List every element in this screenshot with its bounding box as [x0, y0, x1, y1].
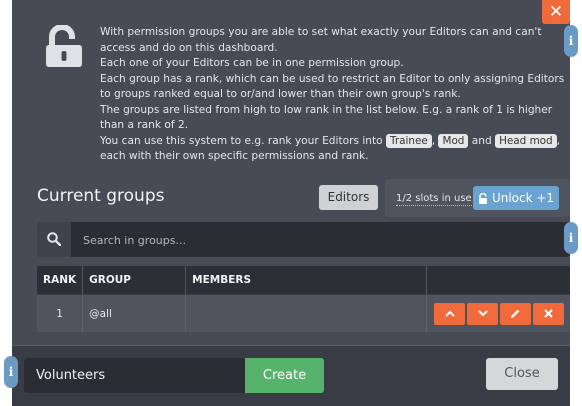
close-icon — [544, 309, 553, 318]
groups-table: RANK GROUP MEMBERS 1 @all — [37, 266, 570, 332]
info-icon[interactable]: i — [564, 222, 578, 254]
editors-button[interactable]: Editors — [319, 185, 378, 210]
search-input[interactable] — [81, 222, 565, 259]
delete-group-button[interactable] — [533, 302, 564, 325]
table-row: 1 @all — [37, 294, 570, 332]
search-icon-box — [37, 222, 71, 257]
column-header-group: GROUP — [82, 266, 187, 295]
move-up-button[interactable] — [434, 302, 465, 325]
intro-text: With permission groups you are able to s… — [100, 25, 578, 165]
column-header-members: MEMBERS — [185, 266, 428, 295]
intro-line: Each one of your Editors can be in one p… — [100, 57, 404, 69]
close-button[interactable]: Close — [486, 358, 558, 390]
intro-line: Each group has a rank, which can be used… — [100, 72, 565, 101]
chevron-up-icon — [444, 310, 455, 317]
unlock-slot-button[interactable]: Unlock +1 — [473, 186, 559, 210]
pencil-icon — [511, 309, 520, 318]
column-header-actions — [426, 266, 570, 295]
move-down-button[interactable] — [467, 302, 498, 325]
group-search — [37, 222, 570, 259]
permission-groups-dialog: ✕ With permission groups you are able to… — [12, 0, 570, 406]
actions-cell — [426, 294, 570, 332]
intro-text-part: and — [471, 134, 492, 147]
unlocked-padlock-icon — [46, 25, 82, 67]
column-header-rank: RANK — [37, 266, 84, 295]
rank-cell: 1 — [37, 294, 84, 332]
new-group-name-input[interactable]: Volunteers — [24, 358, 245, 393]
search-icon — [47, 232, 61, 246]
intro-text-part: You can use this system to e.g. rank you… — [100, 134, 383, 147]
members-cell — [185, 294, 428, 332]
unlock-label: Unlock +1 — [491, 191, 555, 205]
padlock-icon — [478, 193, 487, 204]
group-cell: @all — [82, 294, 187, 332]
intro-line: The groups are listed from high to low r… — [100, 103, 553, 132]
section-title: Current groups — [37, 186, 165, 206]
chevron-down-icon — [477, 310, 488, 317]
edit-group-button[interactable] — [500, 302, 531, 325]
intro-line-examples: You can use this system to e.g. rank you… — [100, 133, 561, 162]
dialog-footer: Volunteers Create Close — [12, 345, 570, 406]
example-badge-trainee: Trainee — [386, 133, 432, 148]
example-badge-mod: Mod — [438, 133, 469, 148]
slots-usage-text: 1/2 slots in use — [396, 193, 472, 206]
close-icon[interactable]: ✕ — [542, 0, 570, 24]
info-icon[interactable]: i — [4, 356, 18, 388]
create-group-button[interactable]: Create — [245, 358, 324, 393]
intro-line: With permission groups you are able to s… — [100, 26, 542, 54]
info-icon[interactable]: i — [564, 25, 578, 57]
example-badge-head-mod: Head mod — [495, 133, 557, 148]
